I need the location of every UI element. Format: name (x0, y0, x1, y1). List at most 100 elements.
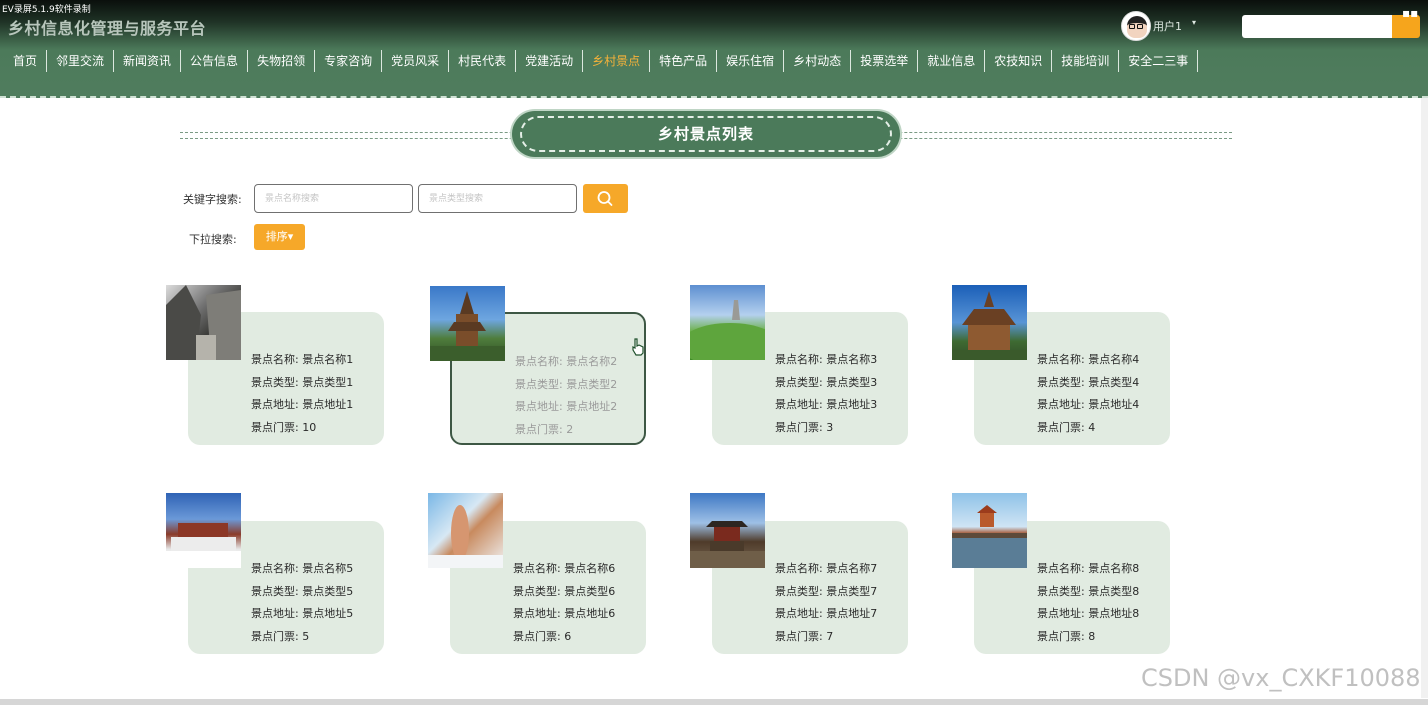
spot-name-search-input[interactable] (254, 184, 413, 213)
spot-card[interactable]: 景点名称: 景点名称6 景点类型: 景点类型6 景点地址: 景点地址6 景点门票… (428, 493, 646, 654)
nav-item-party-activity[interactable]: 党建活动 (516, 50, 584, 72)
spot-ticket: 景点门票: 3 (775, 420, 834, 434)
spot-card[interactable]: 景点名称: 景点名称7 景点类型: 景点类型7 景点地址: 景点地址7 景点门票… (690, 493, 908, 654)
gate-tower-image (690, 521, 765, 568)
spot-info: 景点名称: 景点名称2 景点类型: 景点类型2 景点地址: 景点地址2 景点门票… (515, 351, 617, 441)
nav-item-expert[interactable]: 专家咨询 (315, 50, 383, 72)
spot-name: 景点名称: 景点名称3 (775, 353, 878, 366)
spot-card[interactable]: 景点名称: 景点名称5 景点类型: 景点类型5 景点地址: 景点地址5 景点门票… (166, 493, 384, 654)
spot-name: 景点名称: 景点名称2 (515, 355, 618, 368)
user-name[interactable]: 用户1 (1153, 18, 1182, 34)
nav-item-home[interactable]: 首页 (4, 50, 48, 72)
wooden-temple-image (952, 291, 1027, 360)
sort-dropdown-button[interactable]: 排序▾ (254, 224, 305, 250)
spot-image[interactable] (952, 493, 1027, 568)
spot-card[interactable]: 景点名称: 景点名称1 景点类型: 景点类型1 景点地址: 景点地址1 景点门票… (166, 285, 384, 445)
spot-card[interactable]: 景点名称: 景点名称8 景点类型: 景点类型8 景点地址: 景点地址8 景点门票… (952, 493, 1170, 654)
dropdown-search-label: 下拉搜索: (189, 233, 237, 246)
search-icon (597, 191, 613, 206)
spot-type: 景点类型: 景点类型7 (775, 584, 878, 598)
spot-address: 景点地址: 景点地址6 (513, 607, 616, 620)
nav-item-safety[interactable]: 安全二三事 (1119, 50, 1199, 72)
spot-address: 景点地址: 景点地址4 (1037, 398, 1140, 411)
header: EV录屏5.1.9软件录制 乡村信息化管理与服务平台 用户1 ▾ ▪▪ 首页 邻… (0, 0, 1428, 98)
nav-item-villager-rep[interactable]: 村民代表 (449, 50, 517, 72)
nav-item-village-news[interactable]: 乡村动态 (784, 50, 852, 72)
spot-info: 景点名称: 景点名称8 景点类型: 景点类型8 景点地址: 景点地址8 景点门票… (1037, 558, 1139, 648)
glasses-right-icon (1137, 24, 1143, 29)
spot-type: 景点类型: 景点类型4 (1037, 375, 1140, 389)
spot-image[interactable] (690, 493, 765, 568)
spot-info: 景点名称: 景点名称3 景点类型: 景点类型3 景点地址: 景点地址3 景点门票… (775, 349, 877, 439)
wooden-church-image (430, 291, 505, 361)
search-button[interactable] (583, 184, 628, 213)
spot-type: 景点类型: 景点类型6 (513, 584, 616, 598)
nav-item-scenic-spots[interactable]: 乡村景点 (583, 50, 651, 72)
page: EV录屏5.1.9软件录制 乡村信息化管理与服务平台 用户1 ▾ ▪▪ 首页 邻… (0, 0, 1428, 705)
spot-ticket: 景点门票: 7 (775, 629, 834, 643)
spot-ticket: 景点门票: 6 (513, 629, 572, 643)
spot-image[interactable] (690, 285, 765, 360)
spot-address: 景点地址: 景点地址7 (775, 607, 878, 620)
avatar[interactable] (1121, 11, 1151, 41)
watermark: CSDN @vx_CXKF10088 (1141, 664, 1421, 692)
nav-item-neighbor[interactable]: 邻里交流 (47, 50, 115, 72)
spot-image[interactable] (430, 286, 505, 361)
spot-card[interactable]: 景点名称: 景点名称2 景点类型: 景点类型2 景点地址: 景点地址2 景点门票… (430, 286, 646, 445)
spot-image[interactable] (166, 285, 241, 360)
rock-cliff-image (166, 285, 241, 360)
spot-ticket: 景点门票: 2 (515, 422, 574, 436)
spot-type-search-input[interactable] (418, 184, 577, 213)
spot-type: 景点类型: 景点类型8 (1037, 584, 1140, 598)
vertical-scrollbar[interactable] (1421, 98, 1428, 698)
spot-image[interactable] (428, 493, 503, 568)
spot-type: 景点类型: 景点类型5 (251, 584, 354, 598)
spot-address: 景点地址: 景点地址8 (1037, 607, 1140, 620)
nav-item-news[interactable]: 新闻资讯 (114, 50, 182, 72)
spot-card[interactable]: 景点名称: 景点名称4 景点类型: 景点类型4 景点地址: 景点地址4 景点门票… (952, 285, 1170, 445)
spot-name: 景点名称: 景点名称1 (251, 353, 354, 366)
nav-item-jobs[interactable]: 就业信息 (918, 50, 986, 72)
nav-item-party-member[interactable]: 党员风采 (382, 50, 450, 72)
spot-name: 景点名称: 景点名称6 (513, 562, 616, 575)
nav-item-vote[interactable]: 投票选举 (851, 50, 919, 72)
spot-name: 景点名称: 景点名称7 (775, 562, 878, 575)
window-control-icon[interactable]: ▪▪ (1402, 6, 1418, 20)
spot-address: 景点地址: 景点地址5 (251, 607, 354, 620)
spot-image[interactable] (952, 285, 1027, 360)
hand-pointer-icon (632, 338, 644, 356)
site-title: 乡村信息化管理与服务平台 (8, 19, 207, 38)
spot-address: 景点地址: 景点地址2 (515, 400, 618, 413)
horizontal-scrollbar[interactable] (0, 699, 1428, 705)
nav-item-agri-knowledge[interactable]: 农技知识 (985, 50, 1053, 72)
keyword-search-label: 关键字搜索: (183, 193, 242, 206)
spot-info: 景点名称: 景点名称6 景点类型: 景点类型6 景点地址: 景点地址6 景点门票… (513, 558, 615, 648)
user-menu-chevron-icon[interactable]: ▾ (1192, 18, 1196, 27)
spot-ticket: 景点门票: 5 (251, 629, 310, 643)
glasses-left-icon (1129, 24, 1135, 29)
spot-ticket: 景点门票: 8 (1037, 629, 1096, 643)
nav-item-notice[interactable]: 公告信息 (181, 50, 249, 72)
nav-item-products[interactable]: 特色产品 (650, 50, 718, 72)
palace-image (166, 523, 241, 568)
nav-item-skills[interactable]: 技能培训 (1052, 50, 1120, 72)
page-title: 乡村景点列表 (657, 125, 754, 143)
spot-name: 景点名称: 景点名称4 (1037, 353, 1140, 366)
spot-address: 景点地址: 景点地址3 (775, 398, 878, 411)
nav-item-lost-found[interactable]: 失物招领 (248, 50, 316, 72)
main-nav: 首页 邻里交流 新闻资讯 公告信息 失物招领 专家咨询 党员风采 村民代表 党建… (4, 50, 1199, 72)
header-search-input[interactable] (1242, 15, 1392, 38)
spot-ticket: 景点门票: 4 (1037, 420, 1096, 434)
spot-type: 景点类型: 景点类型1 (251, 375, 354, 389)
spot-image[interactable] (166, 493, 241, 568)
spot-ticket: 景点门票: 10 (251, 420, 317, 434)
spot-info: 景点名称: 景点名称5 景点类型: 景点类型5 景点地址: 景点地址5 景点门票… (251, 558, 353, 648)
spot-info: 景点名称: 景点名称1 景点类型: 景点类型1 景点地址: 景点地址1 景点门票… (251, 349, 353, 439)
nav-item-lodging[interactable]: 娱乐住宿 (717, 50, 785, 72)
spot-type: 景点类型: 景点类型3 (775, 375, 878, 389)
spot-name: 景点名称: 景点名称8 (1037, 562, 1140, 575)
frosted-tree-image (428, 505, 503, 568)
recorder-label: EV录屏5.1.9软件录制 (2, 5, 91, 15)
spot-address: 景点地址: 景点地址1 (251, 398, 354, 411)
spot-card[interactable]: 景点名称: 景点名称3 景点类型: 景点类型3 景点地址: 景点地址3 景点门票… (690, 285, 908, 445)
